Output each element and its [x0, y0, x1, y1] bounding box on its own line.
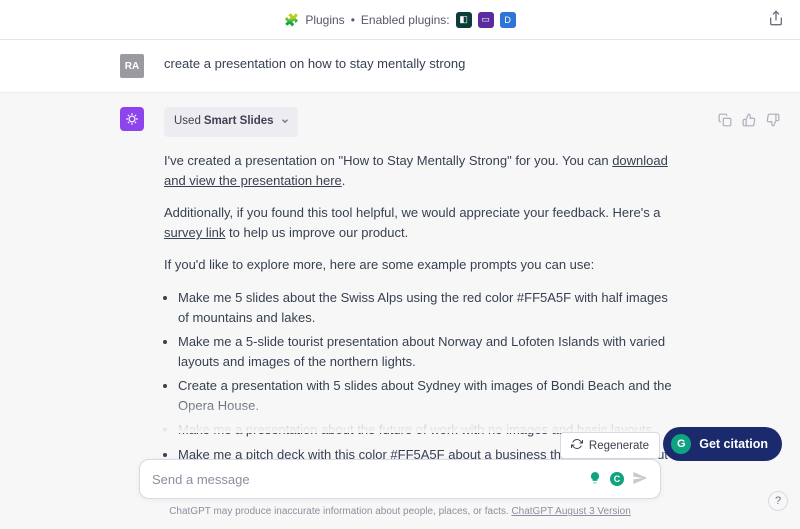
thumbs-up-icon[interactable]: [742, 113, 756, 130]
message-input[interactable]: [152, 472, 588, 487]
survey-link[interactable]: survey link: [164, 225, 225, 240]
plugin-icon-1: ◧: [456, 12, 472, 28]
bulb-icon[interactable]: [588, 471, 602, 488]
get-citation-button[interactable]: G Get citation: [663, 427, 782, 461]
puzzle-icon: 🧩: [284, 13, 299, 27]
help-button[interactable]: ?: [768, 491, 788, 511]
assistant-avatar: [120, 107, 144, 131]
user-avatar: RA: [120, 54, 144, 78]
top-bar: 🧩 Plugins • Enabled plugins: ◧ ▭ D: [0, 0, 800, 40]
input-area: C: [139, 459, 661, 499]
message-actions: [718, 113, 780, 130]
citation-badge-icon: G: [671, 434, 691, 454]
copy-icon[interactable]: [718, 113, 732, 130]
plugin-icon-3: D: [500, 12, 516, 28]
assistant-paragraph-2: Additionally, if you found this tool hel…: [164, 203, 680, 243]
thumbs-down-icon[interactable]: [766, 113, 780, 130]
version-link[interactable]: ChatGPT August 3 Version: [511, 506, 630, 517]
circle-c-icon[interactable]: C: [610, 472, 624, 486]
plugin-icon-2: ▭: [478, 12, 494, 28]
regenerate-button[interactable]: Regenerate: [560, 432, 660, 459]
chevron-down-icon: [280, 115, 290, 133]
plugin-indicator: 🧩 Plugins • Enabled plugins: ◧ ▭ D: [284, 12, 515, 28]
disclaimer-text: ChatGPT may produce inaccurate informati…: [0, 506, 800, 517]
user-message-row: RA create a presentation on how to stay …: [0, 40, 800, 93]
list-item: Make me 5 slides about the Swiss Alps us…: [178, 288, 680, 328]
list-item: Make me a 5-slide tourist presentation a…: [178, 332, 680, 372]
message-input-box[interactable]: C: [139, 459, 661, 499]
plugins-label: Plugins: [305, 13, 344, 27]
list-item: Create a presentation with 5 slides abou…: [178, 376, 680, 416]
assistant-paragraph-3: If you'd like to explore more, here are …: [164, 255, 680, 275]
share-button[interactable]: [768, 10, 784, 29]
send-button[interactable]: [632, 470, 648, 489]
user-message-text: create a presentation on how to stay men…: [164, 54, 680, 78]
enabled-plugins-label: Enabled plugins:: [361, 13, 450, 27]
used-plugin-chip[interactable]: Used Smart Slides: [164, 107, 298, 137]
assistant-paragraph-1: I've created a presentation on "How to S…: [164, 151, 680, 191]
refresh-icon: [571, 438, 583, 453]
